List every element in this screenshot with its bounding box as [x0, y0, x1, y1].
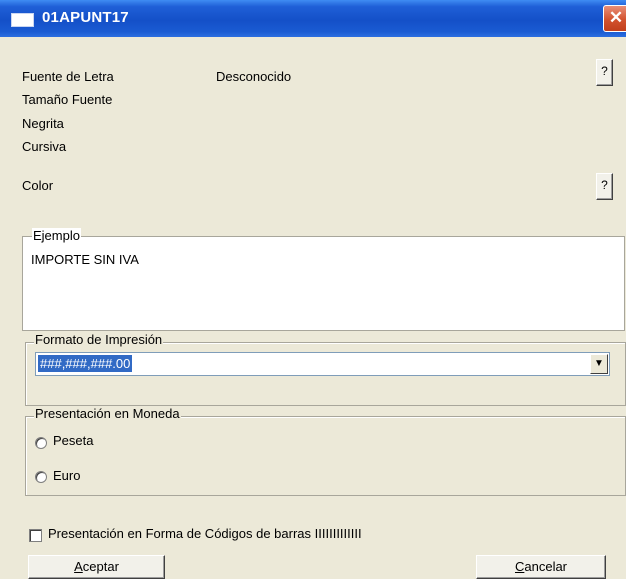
accept-button[interactable]: Aceptar: [28, 555, 165, 579]
font-family-value: Desconocido: [216, 69, 292, 84]
color-label: Color: [22, 178, 54, 193]
window-icon: [11, 13, 34, 27]
sample-text: IMPORTE SIN IVA: [31, 252, 139, 267]
chevron-down-icon: ▼: [594, 358, 604, 369]
close-icon: ✕: [608, 8, 624, 27]
question-icon: ?: [601, 178, 608, 192]
radio-peseta[interactable]: [35, 437, 47, 449]
barcode-checkbox[interactable]: [29, 529, 42, 542]
radio-euro[interactable]: [35, 471, 47, 483]
print-format-select[interactable]: ###,###,###.00 ▼: [35, 352, 610, 376]
dropdown-button[interactable]: ▼: [590, 354, 608, 374]
font-help-button[interactable]: ?: [596, 59, 613, 86]
question-icon: ?: [601, 64, 608, 78]
cancel-button[interactable]: Cancelar: [476, 555, 606, 579]
print-format-legend: Formato de Impresión: [34, 332, 164, 347]
sample-legend: Ejemplo: [32, 228, 81, 243]
font-italic-label: Cursiva: [22, 139, 67, 154]
color-help-button[interactable]: ?: [596, 173, 613, 200]
print-format-selected-value: ###,###,###.00: [36, 354, 134, 373]
sample-preview: [23, 237, 624, 330]
font-family-label: Fuente de Letra: [22, 69, 114, 84]
currency-legend: Presentación en Moneda: [34, 406, 181, 421]
currency-group: [25, 416, 626, 496]
title-bar[interactable]: 01APUNT17 ✕: [0, 0, 626, 37]
radio-peseta-label[interactable]: Peseta: [53, 433, 93, 448]
font-size-label: Tamaño Fuente: [22, 92, 113, 107]
barcode-label[interactable]: Presentación en Forma de Códigos de barr…: [48, 526, 362, 541]
close-button[interactable]: ✕: [603, 5, 626, 32]
window-title: 01APUNT17: [42, 9, 129, 26]
radio-euro-label[interactable]: Euro: [53, 468, 80, 483]
font-bold-label: Negrita: [22, 116, 64, 131]
